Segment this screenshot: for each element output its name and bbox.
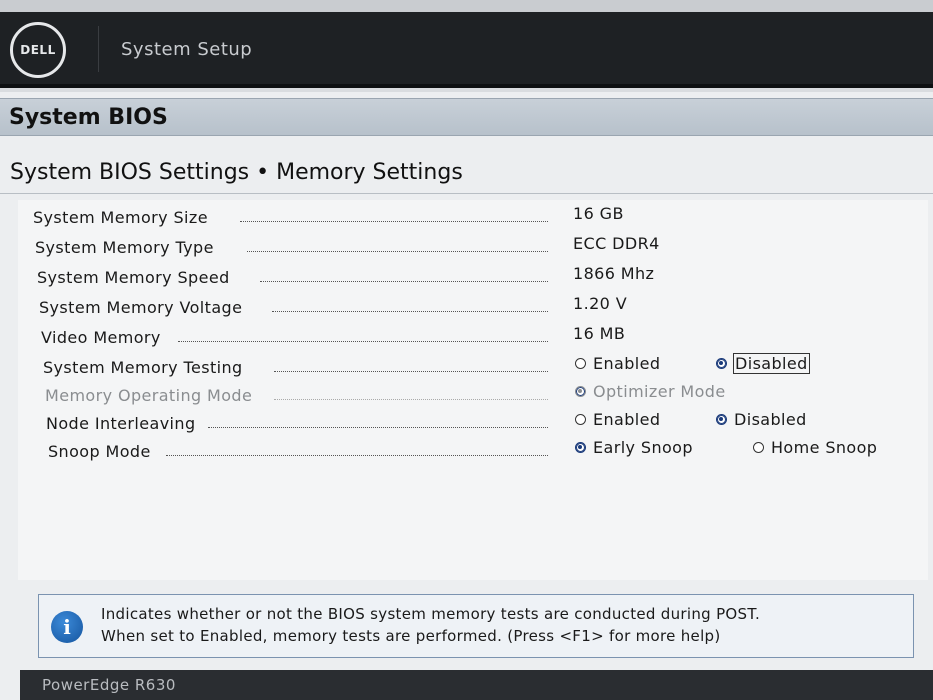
setting-label: Snoop Mode (48, 442, 151, 461)
server-model: PowerEdge R630 (42, 676, 176, 694)
setting-label: System Memory Size (33, 208, 208, 227)
help-text: Indicates whether or not the BIOS system… (101, 603, 760, 647)
leader-dots (274, 371, 548, 372)
setting-label: System Memory Testing (43, 358, 243, 377)
footer-bar: PowerEdge R630 (20, 670, 933, 700)
setting-label: Node Interleaving (46, 414, 196, 433)
radio-enabled[interactable]: Enabled (575, 354, 660, 373)
option-label: Early Snoop (593, 438, 693, 457)
radio-unselected-icon (575, 414, 586, 425)
app-title: System Setup (121, 39, 253, 60)
setting-label: Memory Operating Mode (45, 386, 253, 405)
radio-home-snoop[interactable]: Home Snoop (753, 438, 877, 457)
radio-unselected-icon (753, 442, 764, 453)
leader-dots (272, 311, 548, 312)
setting-value: 1.20 V (573, 294, 628, 313)
row-system-memory-speed: System Memory Speed 1866 Mhz (18, 260, 928, 290)
title-divider (0, 193, 933, 194)
leader-dots (274, 399, 548, 400)
row-system-memory-testing[interactable]: System Memory Testing Enabled Disabled (18, 350, 928, 380)
radio-unselected-icon (575, 358, 586, 369)
radio-selected-icon (716, 358, 727, 369)
radio-selected-icon (716, 414, 727, 425)
setting-value: 16 MB (573, 324, 626, 343)
setting-value: ECC DDR4 (573, 234, 660, 253)
radio-disabled[interactable]: Disabled (716, 353, 810, 374)
option-label: Optimizer Mode (593, 382, 726, 401)
app-header: DELL System Setup (0, 12, 933, 88)
option-label: Enabled (593, 354, 661, 373)
setting-label: System Memory Voltage (39, 298, 243, 317)
help-line-1: Indicates whether or not the BIOS system… (101, 605, 761, 623)
row-system-memory-size: System Memory Size 16 GB (18, 200, 928, 230)
leader-dots (178, 341, 548, 342)
row-system-memory-type: System Memory Type ECC DDR4 (18, 230, 928, 260)
leader-dots (260, 281, 548, 282)
top-bezel (0, 0, 933, 12)
leader-dots (166, 455, 548, 456)
help-box: i Indicates whether or not the BIOS syst… (38, 594, 914, 658)
setting-label: System Memory Type (35, 238, 214, 257)
setting-label: System Memory Speed (37, 268, 230, 287)
row-snoop-mode[interactable]: Snoop Mode Early Snoop Home Snoop (18, 434, 928, 464)
radio-early-snoop[interactable]: Early Snoop (575, 438, 693, 457)
dell-logo: DELL (10, 22, 66, 78)
row-memory-operating-mode: Memory Operating Mode Optimizer Mode (18, 378, 928, 408)
setting-value: 1866 Mhz (573, 264, 655, 283)
settings-list: System Memory Size 16 GB System Memory T… (18, 200, 928, 580)
radio-disabled[interactable]: Disabled (716, 410, 807, 429)
setting-label: Video Memory (41, 328, 161, 347)
main-panel: System BIOS System BIOS Settings • Memor… (0, 92, 933, 700)
row-system-memory-voltage: System Memory Voltage 1.20 V (18, 290, 928, 320)
option-label: Disabled (733, 353, 810, 374)
radio-selected-icon (575, 442, 586, 453)
option-label: Disabled (734, 410, 807, 429)
info-icon: i (51, 611, 83, 643)
row-node-interleaving[interactable]: Node Interleaving Enabled Disabled (18, 406, 928, 436)
setting-value: 16 GB (573, 204, 624, 223)
leader-dots (208, 427, 548, 428)
section-bar: System BIOS (0, 98, 933, 136)
radio-enabled[interactable]: Enabled (575, 410, 660, 429)
page-title: System BIOS Settings • Memory Settings (10, 160, 463, 185)
option-label: Enabled (593, 410, 661, 429)
option-label: Home Snoop (771, 438, 878, 457)
leader-dots (240, 221, 548, 222)
row-video-memory: Video Memory 16 MB (18, 320, 928, 350)
leader-dots (247, 251, 548, 252)
radio-selected-icon (575, 386, 586, 397)
section-title: System BIOS (9, 105, 168, 130)
help-line-2: When set to Enabled, memory tests are pe… (101, 627, 721, 645)
header-divider (98, 26, 99, 72)
radio-optimizer-mode: Optimizer Mode (575, 382, 726, 401)
